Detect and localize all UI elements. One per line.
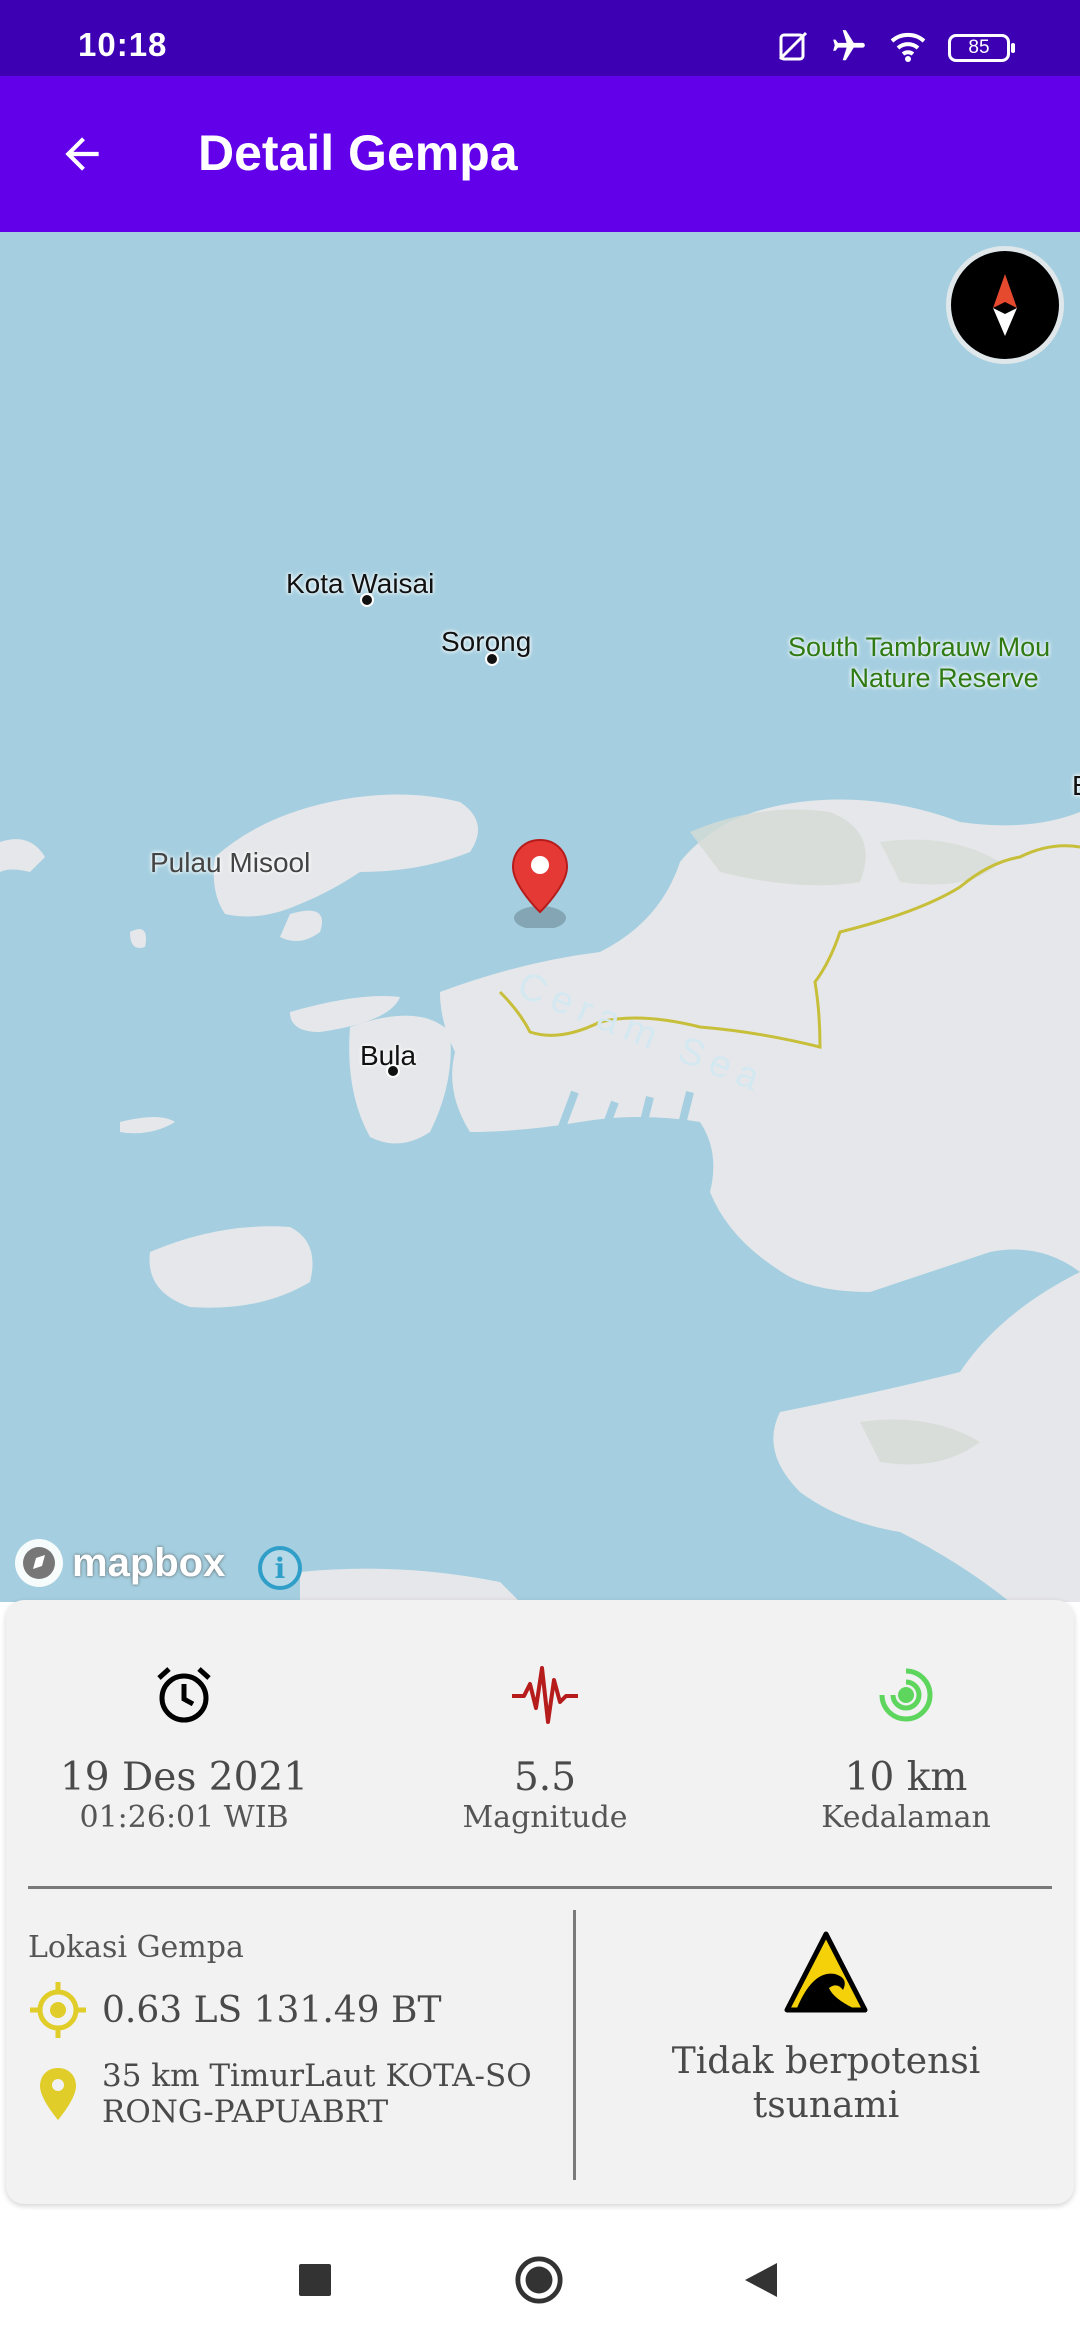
area-line1: 35 km TimurLaut KOTA-SO: [102, 2058, 532, 2094]
stat-datetime: 19 Des 2021 01:26:01 WIB: [34, 1660, 334, 1836]
area-line2: RONG-PAPUABRT: [102, 2094, 389, 2130]
compass-button[interactable]: [946, 246, 1064, 364]
coordinates-row: 0.63 LS 131.49 BT: [28, 1980, 442, 2040]
mapbox-logo-icon: [15, 1539, 63, 1587]
no-sim-icon: [776, 29, 810, 67]
earthquake-map[interactable]: Kota Waisai Sorong South Tambrauw Mou Na…: [0, 232, 1080, 1602]
airplane-mode-icon: [830, 27, 868, 69]
stat-magnitude: 5.5 Magnitude: [395, 1660, 695, 1836]
depth-radar-icon: [756, 1660, 1056, 1730]
alarm-clock-icon: [34, 1660, 334, 1730]
status-bar: 10:18 85: [0, 0, 1080, 76]
park-label-line1: South Tambrauw Mou: [788, 632, 1051, 662]
navigation-bar: [0, 2210, 1080, 2340]
quake-date: 19 Des 2021: [59, 1755, 309, 1800]
home-button[interactable]: [514, 2255, 564, 2305]
compass-needle-icon: [993, 274, 1017, 336]
tsunami-warning-icon: [606, 1930, 1046, 2026]
stat-depth: 10 km Kedalaman: [756, 1660, 1056, 1836]
epicenter-pin-icon[interactable]: [510, 838, 570, 932]
status-icons: 85: [776, 26, 1015, 70]
tsunami-status: Tidak berpotensi tsunami: [606, 1930, 1046, 2128]
map-label-edge: B: [1072, 770, 1080, 802]
location-pin-icon: [28, 2066, 88, 2122]
back-nav-button[interactable]: [736, 2255, 786, 2305]
magnitude-label: Magnitude: [462, 1800, 628, 1835]
city-dot-waisai: [360, 593, 374, 607]
quake-info-card: 19 Des 2021 01:26:01 WIB 5.5 Magnitude 1…: [6, 1600, 1074, 2204]
quake-magnitude: 5.5: [513, 1755, 577, 1800]
triangle-back-icon: [745, 2263, 777, 2297]
horizontal-divider: [28, 1886, 1052, 1889]
tsunami-line1: Tidak berpotensi: [671, 2041, 981, 2082]
arrow-back-icon: [65, 137, 99, 171]
tsunami-line2: tsunami: [752, 2085, 900, 2126]
recents-button[interactable]: [290, 2255, 340, 2305]
location-title: Lokasi Gempa: [28, 1930, 244, 1965]
app-bar: Detail Gempa: [0, 76, 1080, 232]
wifi-icon: [888, 29, 928, 67]
square-recents-icon: [299, 2264, 331, 2296]
quake-time: 01:26:01 WIB: [79, 1800, 289, 1835]
status-time: 10:18: [78, 26, 168, 63]
crosshair-icon: [28, 1980, 88, 2040]
map-label-park: South Tambrauw Mou Nature Reserve: [788, 632, 1050, 694]
city-dot-bula: [386, 1064, 400, 1078]
back-button[interactable]: [44, 116, 120, 192]
park-label-line2: Nature Reserve: [849, 663, 1039, 693]
map-label-pulau-misool: Pulau Misool: [150, 847, 311, 878]
page-title: Detail Gempa: [198, 125, 518, 181]
vertical-divider: [573, 1910, 576, 2180]
battery-indicator: 85: [948, 34, 1015, 62]
quake-depth: 10 km: [844, 1755, 968, 1800]
mapbox-logo: mapbox: [12, 1536, 225, 1590]
city-dot-sorong: [485, 652, 499, 666]
circle-home-icon: [515, 2256, 563, 2304]
coordinates-text: 0.63 LS 131.49 BT: [102, 1989, 442, 2031]
seismograph-icon: [395, 1660, 695, 1730]
area-text: 35 km TimurLaut KOTA-SO RONG-PAPUABRT: [102, 2058, 532, 2130]
battery-level: 85: [968, 37, 990, 58]
area-row: 35 km TimurLaut KOTA-SO RONG-PAPUABRT: [28, 2058, 532, 2130]
depth-label: Kedalaman: [821, 1800, 991, 1835]
attribution-info-icon[interactable]: i: [258, 1546, 302, 1590]
mapbox-logo-text: mapbox: [72, 1540, 226, 1585]
